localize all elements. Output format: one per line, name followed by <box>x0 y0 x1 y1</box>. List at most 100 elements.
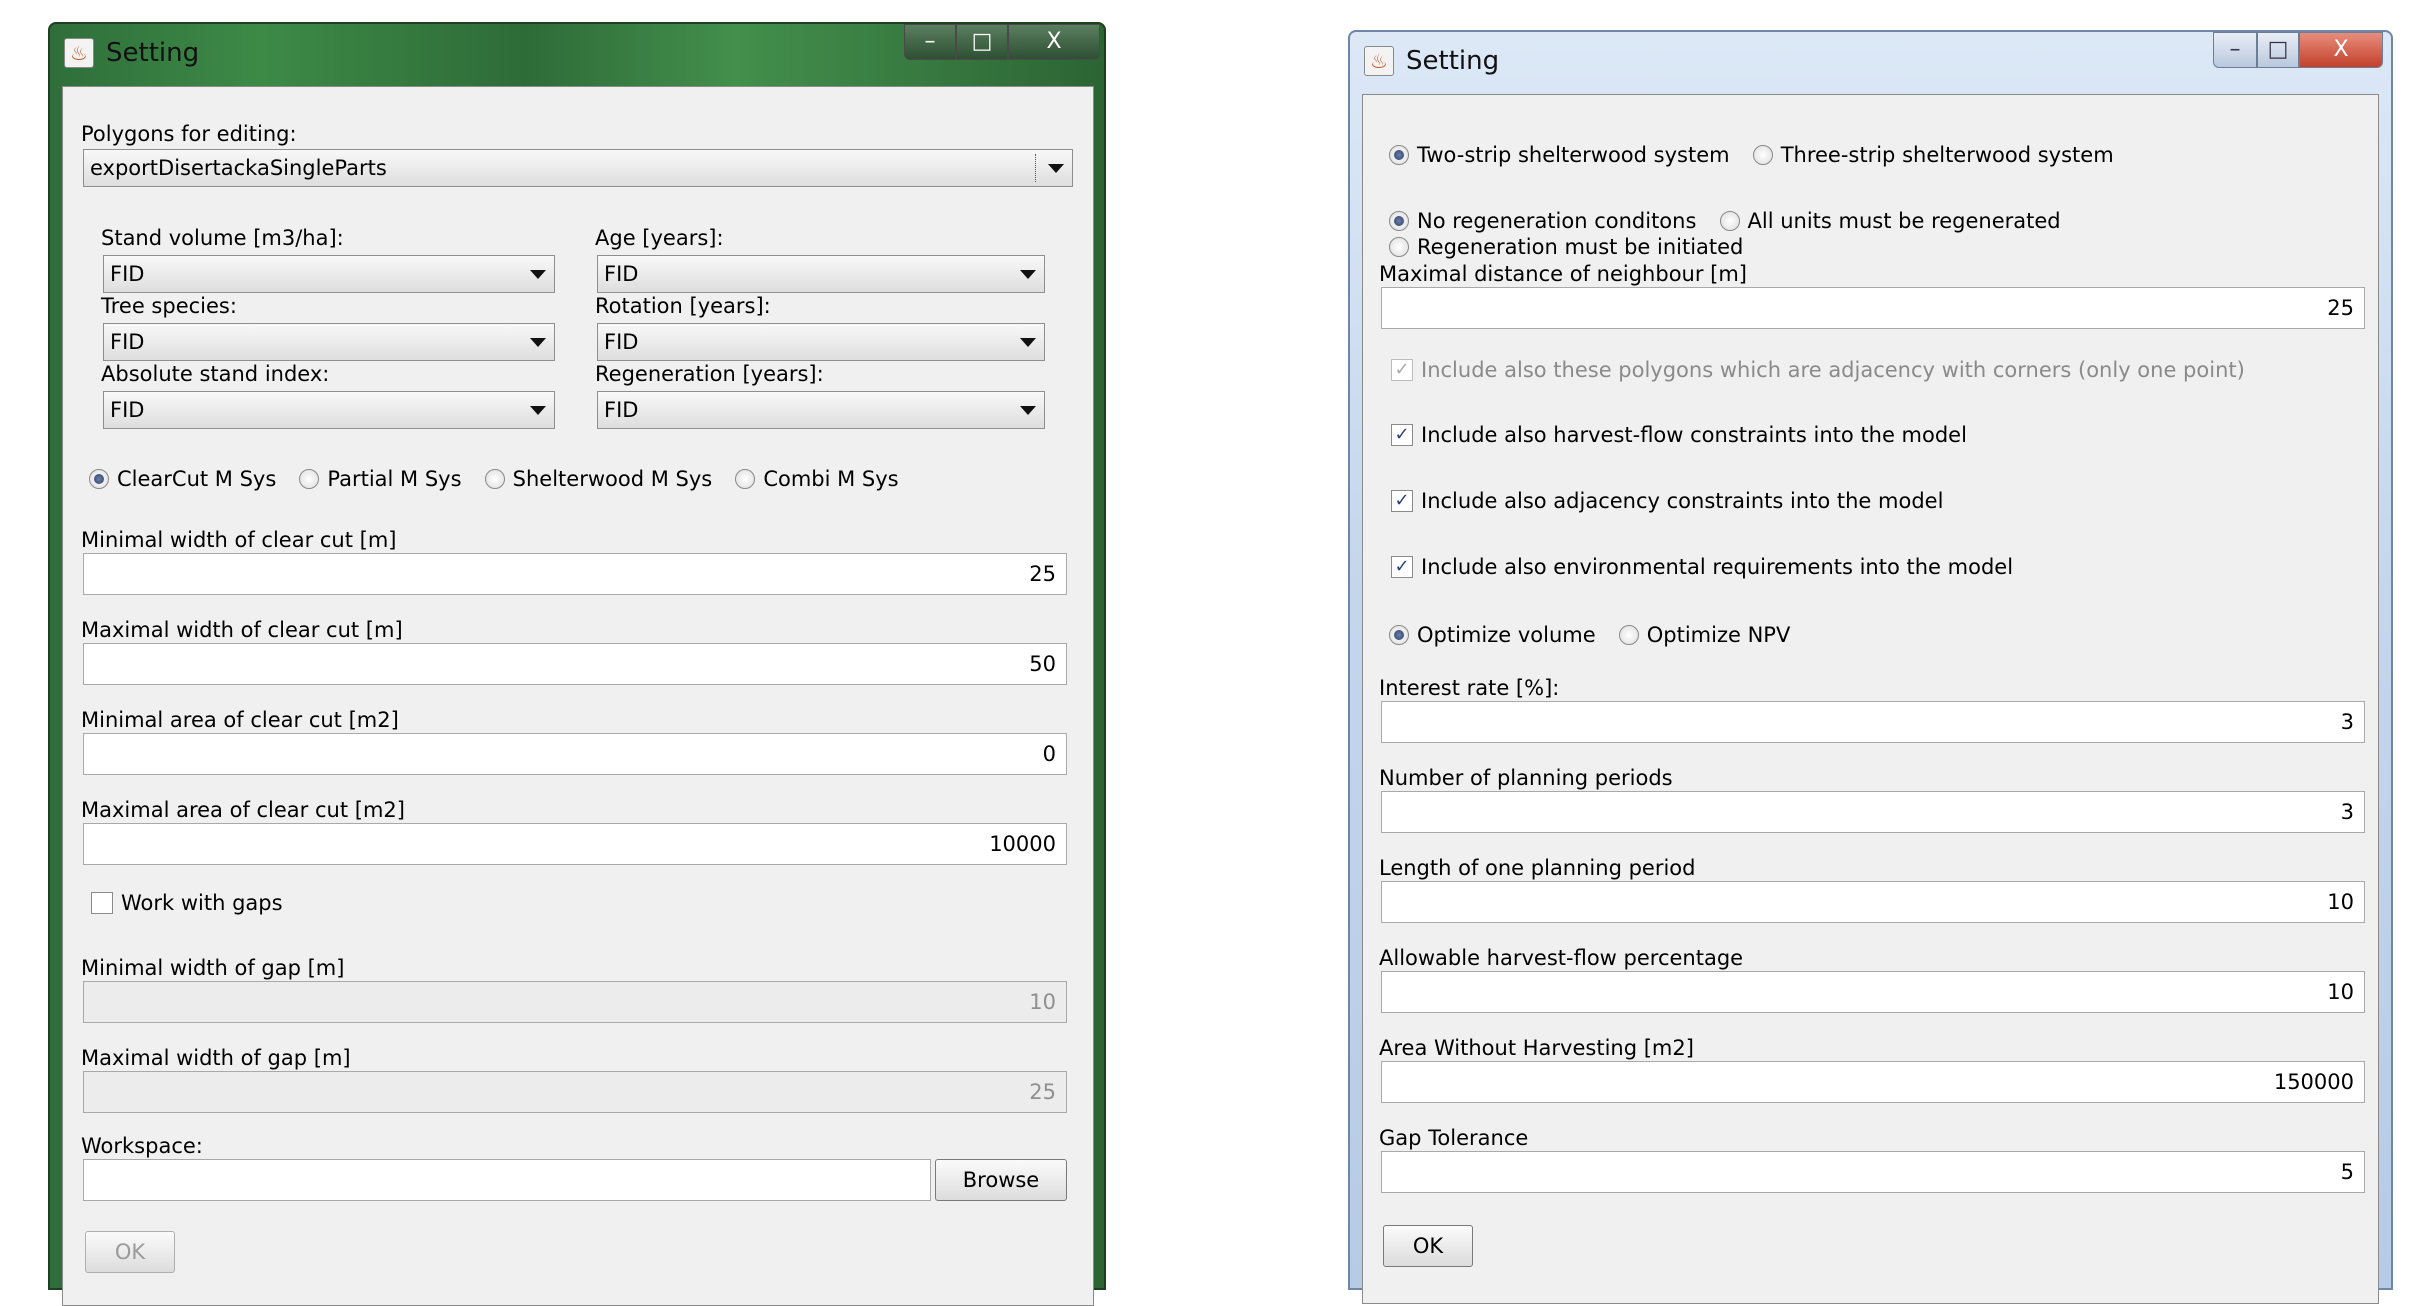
interest-label: Interest rate [%]: <box>1379 676 1560 700</box>
stand-volume-combo[interactable]: FID <box>103 255 555 293</box>
checkbox-unchecked-icon <box>91 892 113 914</box>
checkmark-icon: ✓ <box>1391 424 1413 446</box>
work-with-gaps-checkbox[interactable]: Work with gaps <box>91 891 301 918</box>
radio-icon <box>1719 211 1740 231</box>
max-width-field[interactable]: 50 <box>83 643 1067 685</box>
radio-icon <box>484 469 505 489</box>
two-strip-label: Two-strip shelterwood system <box>1417 143 1730 167</box>
two-strip-radio[interactable]: Two-strip shelterwood system <box>1389 143 1730 167</box>
partial-radio[interactable]: Partial M Sys <box>299 467 462 491</box>
chevron-down-icon <box>1020 406 1036 415</box>
tree-species-label: Tree species: <box>101 294 237 318</box>
settings-panel: Polygons for editing: exportDisertackaSi… <box>62 86 1094 1306</box>
no-regen-radio[interactable]: No regeneration conditons <box>1389 209 1696 233</box>
periods-field[interactable]: 3 <box>1381 791 2365 833</box>
partial-label: Partial M Sys <box>327 467 462 491</box>
clearcut-label: ClearCut M Sys <box>117 467 277 491</box>
radio-icon <box>735 469 756 489</box>
neighbour-label: Maximal distance of neighbour [m] <box>1379 262 1748 286</box>
radio-selected-icon <box>89 469 109 489</box>
min-width-field[interactable]: 25 <box>83 553 1067 595</box>
absolute-index-value: FID <box>110 398 145 422</box>
ok-button[interactable]: OK <box>85 1231 175 1273</box>
browse-button[interactable]: Browse <box>935 1159 1067 1201</box>
max-width-label: Maximal width of clear cut [m] <box>81 618 403 642</box>
workspace-label: Workspace: <box>81 1134 203 1158</box>
clearcut-radio[interactable]: ClearCut M Sys <box>89 467 276 491</box>
harvest-pct-field[interactable]: 10 <box>1381 971 2365 1013</box>
tree-species-combo[interactable]: FID <box>103 323 555 361</box>
min-gap-label: Minimal width of gap [m] <box>81 956 345 980</box>
title-bar[interactable]: ♨ Setting – □ X <box>50 24 1104 86</box>
optimize-npv-radio[interactable]: Optimize NPV <box>1618 623 1791 647</box>
radio-icon <box>1752 145 1773 165</box>
workspace-field[interactable] <box>83 1159 931 1201</box>
harvest-flow-label: Include also harvest-flow constraints in… <box>1421 423 1967 447</box>
harvest-flow-checkbox[interactable]: ✓ Include also harvest-flow constraints i… <box>1391 423 1985 447</box>
absolute-index-label: Absolute stand index: <box>101 362 330 386</box>
polygons-label: Polygons for editing: <box>81 122 297 146</box>
gap-tolerance-field[interactable]: 5 <box>1381 1151 2365 1193</box>
corners-checkbox: ✓ Include also these polygons which are a… <box>1391 357 2263 383</box>
age-combo[interactable]: FID <box>597 255 1045 293</box>
optimize-volume-label: Optimize volume <box>1417 623 1596 647</box>
chevron-down-icon <box>1048 164 1064 173</box>
no-regen-label: No regeneration conditons <box>1417 209 1697 233</box>
corners-label: Include also these polygons which are ad… <box>1421 358 2245 382</box>
period-length-label: Length of one planning period <box>1379 856 1696 880</box>
optimize-npv-label: Optimize NPV <box>1646 623 1791 647</box>
optimize-volume-radio[interactable]: Optimize volume <box>1389 623 1596 647</box>
maximize-button[interactable]: □ <box>956 24 1008 60</box>
environment-checkbox[interactable]: ✓ Include also environmental requirements… <box>1391 555 2031 579</box>
combi-radio[interactable]: Combi M Sys <box>735 467 899 491</box>
minimize-button[interactable]: – <box>2213 32 2257 68</box>
min-gap-field: 10 <box>83 981 1067 1023</box>
max-area-field[interactable]: 10000 <box>83 823 1067 865</box>
max-gap-label: Maximal width of gap [m] <box>81 1046 351 1070</box>
area-field[interactable]: 150000 <box>1381 1061 2365 1103</box>
radio-icon <box>299 469 320 489</box>
environment-label: Include also environmental requirements … <box>1421 555 2014 579</box>
window-title: Setting <box>1406 46 1500 76</box>
rotation-value: FID <box>604 330 639 354</box>
settings-panel: Two-strip shelterwood system Three-strip… <box>1362 94 2379 1304</box>
combi-label: Combi M Sys <box>763 467 899 491</box>
three-strip-label: Three-strip shelterwood system <box>1780 143 2114 167</box>
all-regen-radio[interactable]: All units must be regenerated <box>1719 209 2061 233</box>
harvest-pct-label: Allowable harvest-flow percentage <box>1379 946 1744 970</box>
chevron-down-icon <box>1020 338 1036 347</box>
radio-selected-icon <box>1389 145 1409 165</box>
adjacency-checkbox[interactable]: ✓ Include also adjacency constraints into… <box>1391 489 1961 513</box>
minimize-button[interactable]: – <box>904 24 956 60</box>
regeneration-combo[interactable]: FID <box>597 391 1045 429</box>
close-button[interactable]: X <box>2299 32 2383 68</box>
neighbour-field[interactable]: 25 <box>1381 287 2365 329</box>
three-strip-radio[interactable]: Three-strip shelterwood system <box>1752 143 2114 167</box>
age-value: FID <box>604 262 639 286</box>
radio-selected-icon <box>1389 625 1409 645</box>
rotation-combo[interactable]: FID <box>597 323 1045 361</box>
regeneration-value: FID <box>604 398 639 422</box>
max-area-label: Maximal area of clear cut [m2] <box>81 798 405 822</box>
min-area-field[interactable]: 0 <box>83 733 1067 775</box>
radio-icon <box>1618 625 1639 645</box>
title-bar[interactable]: ♨ Setting – □ X <box>1350 32 2391 94</box>
interest-field[interactable]: 3 <box>1381 701 2365 743</box>
maximize-button[interactable]: □ <box>2257 32 2299 68</box>
period-length-field[interactable]: 10 <box>1381 881 2365 923</box>
ok-button[interactable]: OK <box>1383 1225 1473 1267</box>
gap-tolerance-label: Gap Tolerance <box>1379 1126 1529 1150</box>
shelterwood-radio[interactable]: Shelterwood M Sys <box>484 467 713 491</box>
absolute-index-combo[interactable]: FID <box>103 391 555 429</box>
polygons-combo[interactable]: exportDisertackaSingleParts <box>83 149 1073 187</box>
chevron-down-icon <box>1020 270 1036 279</box>
close-button[interactable]: X <box>1008 24 1100 60</box>
shelterwood-label: Shelterwood M Sys <box>512 467 713 491</box>
settings-window-right: ♨ Setting – □ X Two-strip shelterwood sy… <box>1348 30 2393 1304</box>
radio-icon <box>1389 237 1409 257</box>
checkmark-icon: ✓ <box>1391 556 1413 578</box>
initiated-regen-radio[interactable]: Regeneration must be initiated <box>1389 235 1743 259</box>
all-regen-label: All units must be regenerated <box>1747 209 2061 233</box>
age-label: Age [years]: <box>595 226 724 250</box>
adjacency-label: Include also adjacency constraints into … <box>1421 489 1944 513</box>
